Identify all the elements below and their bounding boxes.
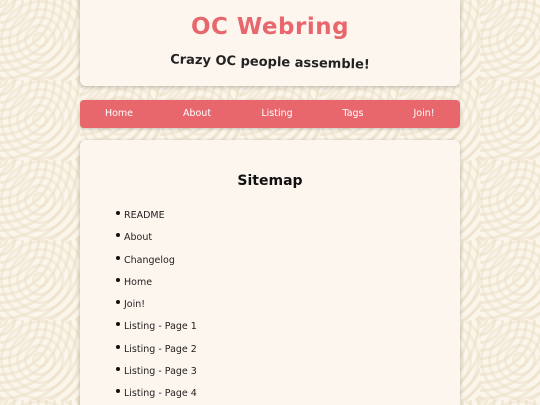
list-item: Listing - Page 1 (116, 317, 197, 339)
sitemap-link-changelog[interactable]: Changelog (124, 255, 175, 266)
main-nav: Home About Listing Tags Join! (80, 100, 460, 128)
nav-item-tags[interactable]: Tags (342, 100, 363, 128)
bullet-icon (116, 255, 120, 260)
sitemap-link-readme[interactable]: README (124, 210, 165, 221)
list-item: README (116, 206, 197, 228)
bullet-icon (116, 277, 120, 282)
site-tagline: Crazy OC people assemble! (169, 52, 371, 73)
sitemap-card: Sitemap README About Changelog Home Join… (80, 140, 460, 405)
bullet-icon (116, 389, 120, 394)
list-item: Join! (116, 295, 197, 317)
list-item: Listing - Page 3 (116, 362, 197, 384)
nav-item-about[interactable]: About (183, 100, 211, 128)
bullet-icon (116, 300, 120, 305)
bullet-icon (116, 344, 120, 349)
sitemap-link-listing-page-4[interactable]: Listing - Page 4 (124, 388, 197, 399)
sitemap-link-about[interactable]: About (124, 232, 152, 243)
nav-item-join[interactable]: Join! (413, 100, 434, 128)
list-item: Listing - Page 4 (116, 384, 197, 405)
list-item: Home (116, 273, 197, 295)
bullet-icon (116, 367, 120, 372)
sitemap-link-listing-page-2[interactable]: Listing - Page 2 (124, 344, 197, 355)
site-header: OC Webring Crazy OC people assemble! (80, 0, 460, 86)
bullet-icon (116, 322, 120, 327)
sitemap-link-listing-page-3[interactable]: Listing - Page 3 (124, 366, 197, 377)
sitemap-link-home[interactable]: Home (124, 277, 152, 288)
section-title: Sitemap (237, 173, 303, 189)
sitemap-link-join[interactable]: Join! (124, 299, 145, 310)
bullet-icon (116, 233, 120, 238)
sitemap-list: README About Changelog Home Join! Listin… (116, 206, 197, 405)
bullet-icon (116, 211, 120, 215)
site-title[interactable]: OC Webring (80, 14, 460, 40)
list-item: Changelog (116, 251, 197, 273)
list-item: About (116, 228, 197, 250)
nav-item-listing[interactable]: Listing (261, 100, 292, 128)
sitemap-link-listing-page-1[interactable]: Listing - Page 1 (124, 321, 197, 332)
nav-item-home[interactable]: Home (105, 100, 133, 128)
list-item: Listing - Page 2 (116, 340, 197, 362)
